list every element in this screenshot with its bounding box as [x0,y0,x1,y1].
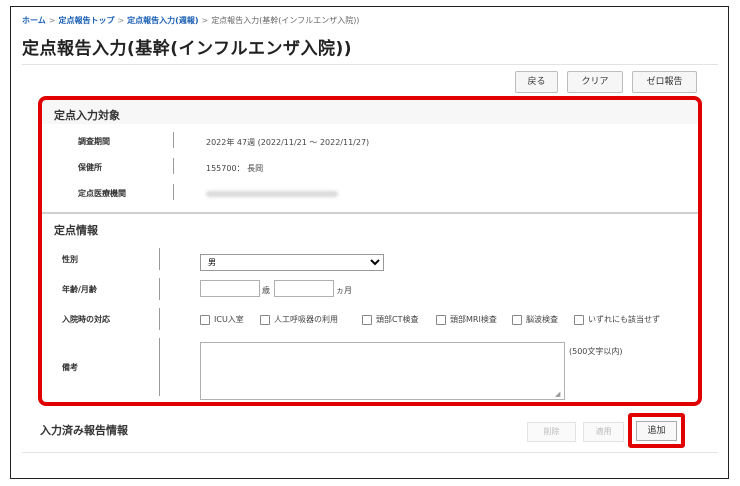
breadcrumb-home[interactable]: ホーム [22,16,46,25]
title-divider [22,64,718,65]
form-highlight-box [38,96,702,406]
footer-divider [22,452,718,453]
breadcrumb-report-top[interactable]: 定点報告トップ [58,16,114,25]
clear-button[interactable]: クリア [567,71,623,93]
add-button[interactable]: 追加 [636,421,677,441]
breadcrumb-separator: > [48,16,56,25]
zero-report-button[interactable]: ゼロ報告 [632,71,697,93]
back-button[interactable]: 戻る [515,71,558,93]
page-title: 定点報告入力(基幹(インフルエンザ入院)) [22,39,353,59]
breadcrumb-separator: > [117,16,125,25]
breadcrumb-weekly-input[interactable]: 定点報告入力(週報) [127,16,198,25]
breadcrumb: ホーム > 定点報告トップ > 定点報告入力(週報) > 定点報告入力(基幹(インフルエンザ… [22,15,359,26]
breadcrumb-separator: > [201,16,209,25]
delete-button[interactable]: 削除 [527,422,576,442]
apply-button[interactable]: 適用 [583,422,624,442]
breadcrumb-current: 定点報告入力(基幹(インフルエンザ入院)) [211,16,360,25]
submitted-reports-title: 入力済み報告情報 [40,424,128,437]
